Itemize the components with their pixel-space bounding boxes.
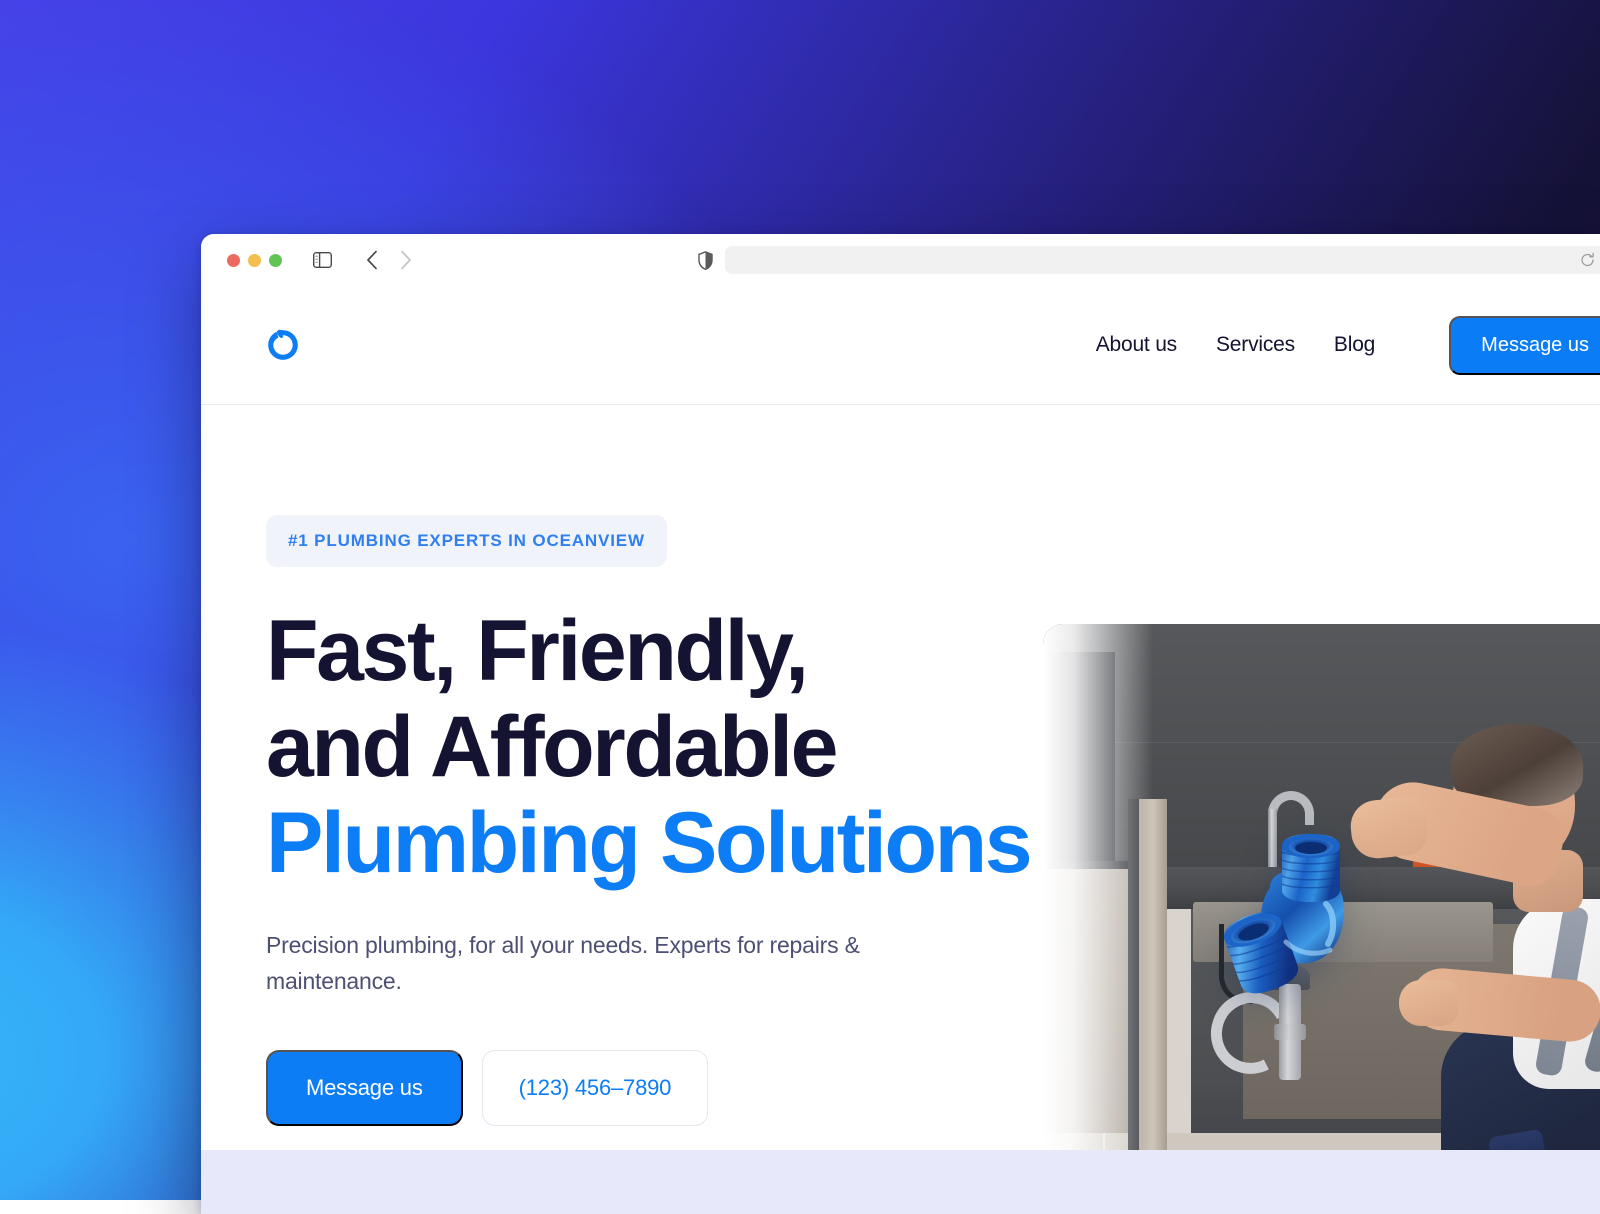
nav-link-services[interactable]: Services (1216, 333, 1295, 357)
brand-drop-logo[interactable] (266, 328, 300, 362)
reload-icon[interactable] (1580, 253, 1595, 268)
hero-message-us-button[interactable]: Message us (266, 1050, 463, 1126)
hero-copy-block: #1 PLUMBING EXPERTS IN OCEANVIEW Fast, F… (266, 515, 1056, 1126)
hero-phone-button[interactable]: (123) 456–7890 (482, 1050, 709, 1126)
hero-title-line-2: and Affordable (266, 699, 1056, 795)
hero-actions: Message us (123) 456–7890 (266, 1050, 1056, 1126)
nav-message-us-button[interactable]: Message us (1449, 316, 1600, 375)
page-viewport: About us Services Blog Message us #1 PLU… (201, 286, 1600, 1214)
maximize-window-button[interactable] (269, 254, 282, 267)
hero-title: Fast, Friendly, and Affordable Plumbing … (266, 603, 1056, 891)
address-bar[interactable] (725, 246, 1600, 274)
close-window-button[interactable] (227, 254, 240, 267)
hero-section: #1 PLUMBING EXPERTS IN OCEANVIEW Fast, F… (201, 405, 1600, 1214)
nav-link-about-us[interactable]: About us (1096, 333, 1177, 357)
hero-title-line-1: Fast, Friendly, (266, 603, 1056, 699)
hero-badge: #1 PLUMBING EXPERTS IN OCEANVIEW (266, 515, 667, 567)
nav-link-blog[interactable]: Blog (1334, 333, 1375, 357)
window-controls[interactable] (227, 254, 282, 267)
browser-window: About us Services Blog Message us #1 PLU… (201, 234, 1600, 1214)
hero-subtitle: Precision plumbing, for all your needs. … (266, 927, 896, 999)
browser-toolbar (201, 234, 1600, 286)
hero-title-accent: Plumbing Solutions (266, 795, 1056, 891)
blue-pipe-elbow-fitting-graphic (1214, 830, 1366, 1010)
next-section-strip (201, 1150, 1600, 1214)
main-navigation: About us Services Blog Message us (1096, 316, 1600, 375)
sidebar-icon[interactable] (308, 246, 336, 274)
site-header: About us Services Blog Message us (201, 286, 1600, 405)
chevron-right-icon[interactable] (392, 246, 420, 274)
minimize-window-button[interactable] (248, 254, 261, 267)
shield-icon[interactable] (698, 251, 713, 270)
chevron-left-icon[interactable] (358, 246, 386, 274)
toolbar-center-group (698, 246, 1600, 274)
